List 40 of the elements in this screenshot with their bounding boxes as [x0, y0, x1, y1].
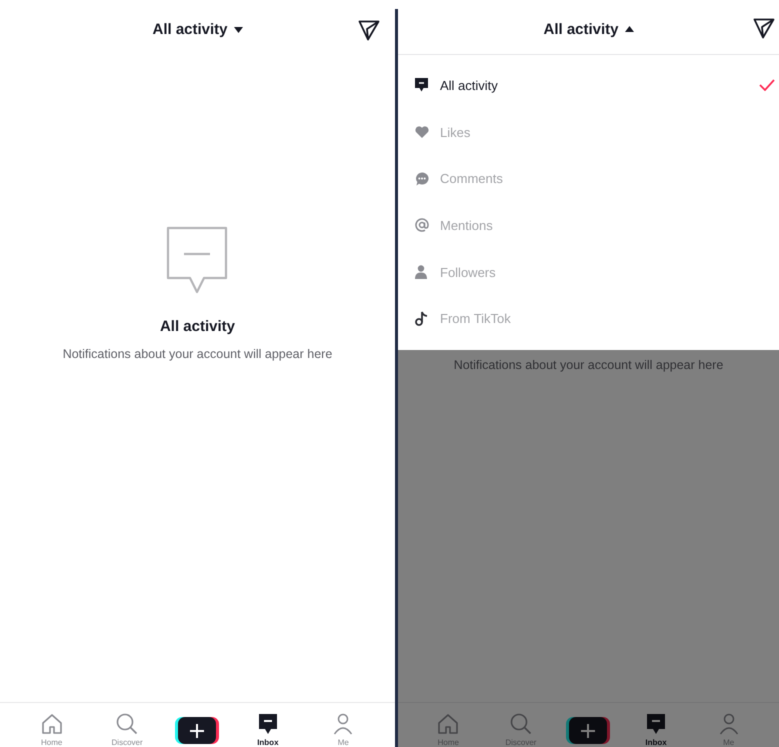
tab-item[interactable]: Me: [319, 713, 368, 747]
menu-item[interactable]: Followers: [398, 248, 779, 296]
caret-icon: [624, 26, 634, 32]
send-icon[interactable]: [753, 17, 775, 39]
checkmark-icon: [759, 79, 775, 92]
empty-state-title: All activity: [160, 318, 235, 335]
inbox-icon: [258, 713, 278, 735]
menu-item[interactable]: All activity: [398, 62, 779, 109]
tab-item[interactable]: Inbox: [632, 713, 680, 747]
menu-item[interactable]: Mentions: [398, 202, 779, 249]
tab-item[interactable]: Home: [424, 713, 472, 747]
at-icon: [415, 218, 429, 232]
home-icon: [40, 713, 63, 735]
activity-dropdown[interactable]: All activity: [148, 17, 247, 42]
inbox-icon: [646, 713, 666, 735]
send-icon[interactable]: [358, 19, 380, 41]
empty-state-message: Notifications about your account will appear here: [454, 358, 724, 372]
tab-item[interactable]: Discover: [103, 713, 152, 747]
tab-item[interactable]: Home: [28, 713, 76, 747]
caret-icon: [234, 26, 243, 32]
search-icon: [116, 713, 138, 735]
activity-dropdown[interactable]: All activity: [539, 16, 638, 42]
person-icon: [333, 713, 354, 735]
message-icon: [415, 78, 428, 92]
comment-icon: [415, 172, 429, 186]
tab-item[interactable]: Discover: [496, 713, 545, 747]
menu-item[interactable]: Likes: [398, 108, 779, 156]
tab-item[interactable]: Me: [704, 713, 753, 747]
tab-item[interactable]: Inbox: [244, 713, 292, 747]
message-icon: [166, 226, 228, 294]
person-icon: [415, 265, 427, 280]
home-icon: [437, 713, 460, 735]
search-icon: [510, 713, 532, 735]
music-note-icon: [415, 311, 428, 326]
empty-state-message: Notifications about your account will appear here: [62, 347, 332, 361]
menu-item[interactable]: From TikTok: [398, 295, 779, 342]
person-icon: [718, 713, 739, 735]
menu-item[interactable]: Comments: [398, 155, 779, 202]
heart-icon: [415, 126, 429, 138]
create-button[interactable]: [178, 717, 216, 744]
